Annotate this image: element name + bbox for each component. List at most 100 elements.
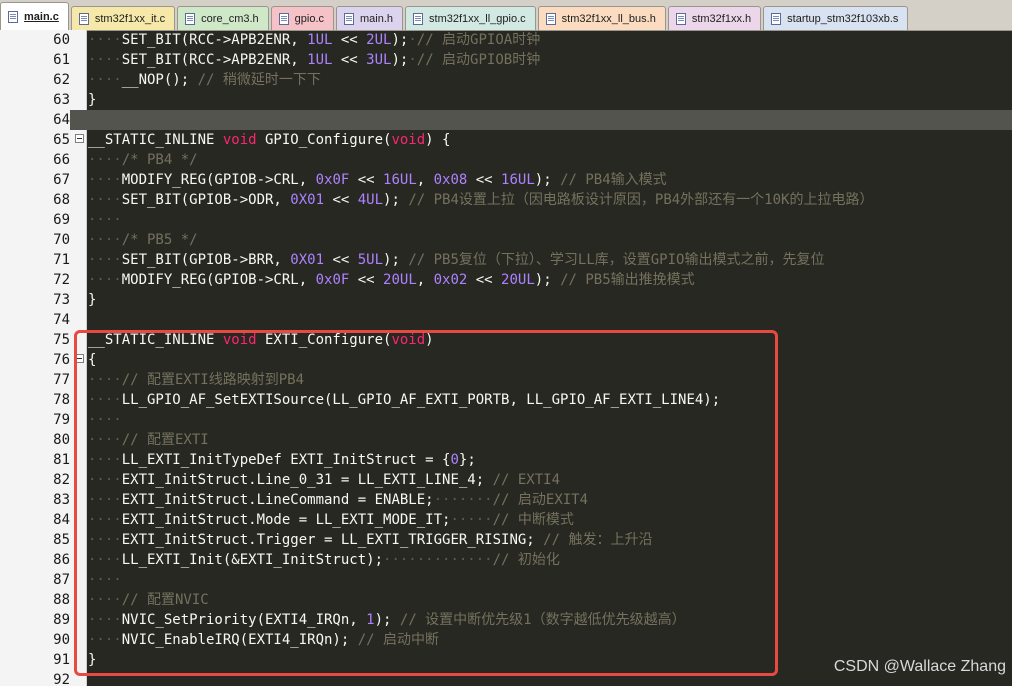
code-line[interactable]: 66 ····/* PB4 */ xyxy=(0,150,1012,170)
code-line[interactable]: 82 ····EXTI_InitStruct.Line_0_31 = LL_EXT… xyxy=(0,470,1012,490)
code-line[interactable]: 87 ···· xyxy=(0,570,1012,590)
code-line[interactable]: 75 __STATIC_INLINE void EXTI_Configure(vo… xyxy=(0,330,1012,350)
code-token: ); xyxy=(391,32,409,48)
line-number: 79 xyxy=(53,412,70,428)
code-text: ····SET_BIT(RCC->APB2ENR, 1UL << 3UL);·/… xyxy=(88,50,540,70)
code-text: ···· xyxy=(88,410,122,430)
whitespace-marker: ···· xyxy=(88,212,122,228)
code-token: << xyxy=(349,272,384,288)
code-token: EXTI_InitStruct.Mode = LL_EXTI_MODE_IT; xyxy=(121,512,451,528)
line-number: 67 xyxy=(53,172,70,188)
code-token: EXTI_InitStruct.Line_0_31 = LL_EXTI_LINE… xyxy=(121,472,493,488)
line-number: 72 xyxy=(53,272,70,288)
code-line[interactable]: 86 ····LL_EXTI_Init(&EXTI_InitStruct);···… xyxy=(0,550,1012,570)
code-line[interactable]: 80 ····// 配置EXTI xyxy=(0,430,1012,450)
code-line[interactable]: 85 ····EXTI_InitStruct.Trigger = LL_EXTI_… xyxy=(0,530,1012,550)
line-number: 71 xyxy=(53,252,70,268)
line-number: 88 xyxy=(53,592,70,608)
code-token: __NOP(); xyxy=(121,72,198,88)
code-text: ····SET_BIT(GPIOB->ODR, 0X01 << 4UL); //… xyxy=(88,190,873,210)
code-line[interactable]: 62 ····__NOP(); // 稍微延时一下下 xyxy=(0,70,1012,90)
tab-core-cm3-h[interactable]: core_cm3.h xyxy=(177,6,269,30)
code-number: 0 xyxy=(450,452,459,468)
tab-main-h[interactable]: main.h xyxy=(336,6,404,30)
line-number: 77 xyxy=(53,372,70,388)
code-text: ····MODIFY_REG(GPIOB->CRL, 0x0F << 16UL,… xyxy=(88,170,667,190)
line-number: 92 xyxy=(53,672,70,686)
code-line[interactable]: 69 ···· xyxy=(0,210,1012,230)
whitespace-marker: ···· xyxy=(88,452,122,468)
line-number: 74 xyxy=(53,312,70,328)
code-number: 20UL xyxy=(501,272,535,288)
code-line[interactable]: 88 ····// 配置NVIC xyxy=(0,590,1012,610)
code-line[interactable]: 89 ····NVIC_SetPriority(EXTI4_IRQn, 1); /… xyxy=(0,610,1012,630)
line-number: 80 xyxy=(53,432,70,448)
code-comment: // 配置EXTI线路映射到PB4 xyxy=(121,372,305,388)
code-line[interactable]: 68 ····SET_BIT(GPIOB->ODR, 0X01 << 4UL); … xyxy=(0,190,1012,210)
tab-stm32f1xx-it-c[interactable]: stm32f1xx_it.c xyxy=(70,6,176,30)
collapse-fold-icon[interactable] xyxy=(75,134,84,143)
code-token: << xyxy=(324,192,358,208)
collapse-fold-icon[interactable] xyxy=(75,354,84,363)
code-text: ····EXTI_InitStruct.Trigger = LL_EXTI_TR… xyxy=(88,530,652,550)
code-text: ····__NOP(); // 稍微延时一下下 xyxy=(88,70,321,90)
tab-startup-stm32f103xb-s[interactable]: startup_stm32f103xb.s xyxy=(763,6,909,30)
code-token: ); xyxy=(383,252,409,268)
tab-main-c[interactable]: main.c xyxy=(0,2,69,30)
code-line[interactable]: 74 xyxy=(0,310,1012,330)
code-token: << xyxy=(332,52,367,68)
whitespace-marker: ···· xyxy=(88,492,122,508)
tab-gpio-c[interactable]: gpio.c xyxy=(270,6,335,30)
code-line[interactable]: 90 ····NVIC_EnableIRQ(EXTI4_IRQn); // 启动中… xyxy=(0,630,1012,650)
code-line[interactable]: 61 ····SET_BIT(RCC->APB2ENR, 1UL << 3UL);… xyxy=(0,50,1012,70)
code-token: }; xyxy=(458,452,476,468)
code-line[interactable]: 60 ····SET_BIT(RCC->APB2ENR, 1UL << 2UL);… xyxy=(0,30,1012,50)
code-comment: // 启动中断 xyxy=(357,632,440,648)
code-line[interactable]: 63} xyxy=(0,90,1012,110)
code-line[interactable]: 73} xyxy=(0,290,1012,310)
code-token: SET_BIT(RCC->APB2ENR, xyxy=(121,32,308,48)
code-keyword: void xyxy=(391,132,426,148)
code-line[interactable]: 71 ····SET_BIT(GPIOB->BRR, 0X01 << 5UL); … xyxy=(0,250,1012,270)
code-number: 1UL xyxy=(307,52,333,68)
code-comment: // 设置中断优先级1（数字越低优先级越高） xyxy=(399,612,686,628)
line-number: 76 xyxy=(53,352,70,368)
tab-label: main.c xyxy=(24,10,59,23)
line-number: 86 xyxy=(53,552,70,568)
code-number: 0x08 xyxy=(433,172,468,188)
code-line[interactable]: 79 ···· xyxy=(0,410,1012,430)
code-editor[interactable]: 60 ····SET_BIT(RCC->APB2ENR, 1UL << 2UL);… xyxy=(0,30,1012,686)
tab-stm32f1xx-h[interactable]: stm32f1xx.h xyxy=(667,6,762,30)
code-number: 0X01 xyxy=(290,192,325,208)
code-text: } xyxy=(88,90,96,110)
code-comment: // 启动GPIOB时钟 xyxy=(416,52,541,68)
code-line[interactable]: 81 ····LL_EXTI_InitTypeDef EXTI_InitStruc… xyxy=(0,450,1012,470)
code-line[interactable]: 77 ····// 配置EXTI线路映射到PB4 xyxy=(0,370,1012,390)
whitespace-marker: ···· xyxy=(88,372,122,388)
line-number: 65 xyxy=(53,132,70,148)
tab-label: core_cm3.h xyxy=(201,12,259,25)
code-line[interactable]: 78 ····LL_GPIO_AF_SetEXTISource(LL_GPIO_A… xyxy=(0,390,1012,410)
code-number: 0X01 xyxy=(290,252,325,268)
code-text: ····EXTI_InitStruct.LineCommand = ENABLE… xyxy=(88,490,588,510)
code-line[interactable]: 65 __STATIC_INLINE void GPIO_Configure(vo… xyxy=(0,130,1012,150)
code-line[interactable]: 76 { xyxy=(0,350,1012,370)
code-line[interactable]: 70 ····/* PB5 */ xyxy=(0,230,1012,250)
code-token: MODIFY_REG(GPIOB->CRL, xyxy=(121,272,316,288)
code-text: } xyxy=(88,290,96,310)
tab-stm32f1xx-ll-bus-h[interactable]: stm32f1xx_ll_bus.h xyxy=(537,6,666,30)
code-line[interactable]: 72 ····MODIFY_REG(GPIOB->CRL, 0x0F << 20U… xyxy=(0,270,1012,290)
file-icon xyxy=(78,12,89,25)
tab-stm32f1xx-ll-gpio-c[interactable]: stm32f1xx_ll_gpio.c xyxy=(405,6,536,30)
code-text: ···· xyxy=(88,210,122,230)
code-line[interactable]: 84 ····EXTI_InitStruct.Mode = LL_EXTI_MOD… xyxy=(0,510,1012,530)
code-text: ····/* PB5 */ xyxy=(88,230,198,250)
line-number: 70 xyxy=(53,232,70,248)
code-line[interactable]: 83 ····EXTI_InitStruct.LineCommand = ENAB… xyxy=(0,490,1012,510)
code-token: , xyxy=(416,172,434,188)
code-token: EXTI_InitStruct.Trigger = LL_EXTI_TRIGGE… xyxy=(121,532,544,548)
code-comment: // 触发：上升沿 xyxy=(543,532,653,548)
file-tab-bar: main.c stm32f1xx_it.c core_cm3.h gpio.c main… xyxy=(0,0,1012,31)
code-line[interactable]: 67 ····MODIFY_REG(GPIOB->CRL, 0x0F << 16U… xyxy=(0,170,1012,190)
code-line[interactable]: 64 xyxy=(0,110,1012,130)
